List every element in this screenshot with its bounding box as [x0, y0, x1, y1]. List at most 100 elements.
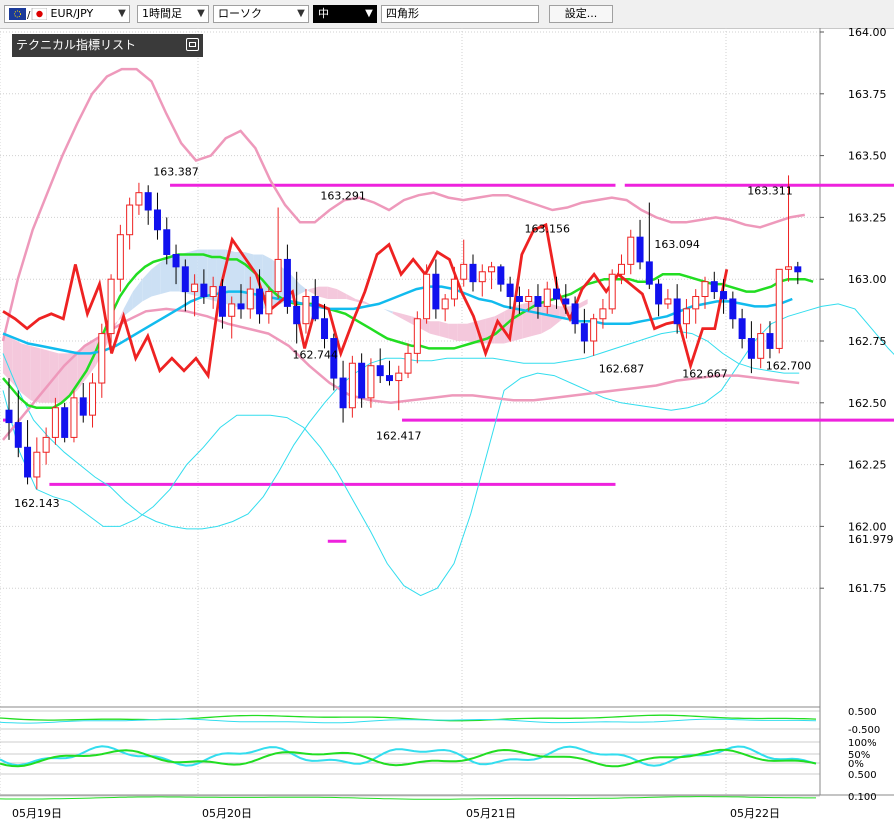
oscillator-panel: 0.500-0.500100%50%0%0.5000.100 — [0, 707, 880, 803]
cloud-segment — [392, 311, 403, 319]
indicator-list-panel[interactable]: テクニカル指標リスト — [12, 34, 203, 57]
candle-body — [432, 273, 440, 310]
price-annotation: 163.311 — [747, 184, 793, 197]
candle-body — [766, 333, 774, 349]
timeframe-select[interactable]: 1時間足 ▼ — [137, 5, 209, 23]
axis-tick-label: 164.00 — [848, 28, 887, 39]
candle-body — [395, 372, 403, 382]
candle-body — [608, 273, 616, 310]
chevron-down-icon[interactable]: ▼ — [362, 6, 376, 22]
candle-body — [89, 382, 97, 416]
time-axis: 05月19日 05月20日 05月21日 05月22日 — [12, 807, 780, 820]
candle-body — [747, 338, 755, 359]
axis-tick-label: 163.75 — [848, 88, 887, 101]
candle-body — [116, 234, 124, 280]
cloud-segment — [123, 291, 133, 317]
candle-body — [61, 407, 69, 438]
cloud-segment — [160, 256, 171, 295]
symbol-select[interactable]: / EUR/JPY ▼ — [4, 5, 130, 23]
cloud-segment — [420, 318, 430, 334]
cloud-segment — [383, 308, 393, 314]
cloud-segment — [12, 338, 22, 393]
cloud-segment — [58, 353, 68, 403]
candle-body — [562, 298, 570, 305]
chevron-down-icon[interactable]: ▼ — [194, 6, 208, 22]
candle-body — [785, 266, 793, 270]
candle-body — [191, 283, 199, 293]
candle-body — [265, 291, 273, 315]
candle-body — [209, 286, 217, 298]
candle-body — [710, 281, 718, 293]
candle-body — [673, 298, 681, 325]
axis-tick-label: 162.25 — [848, 459, 887, 472]
window-restore-icon[interactable] — [186, 38, 199, 51]
osc-axis-label: 0.100 — [848, 792, 877, 803]
axis-tick-label: 163.50 — [848, 150, 887, 163]
candle-body — [580, 323, 588, 342]
cloud-segment — [299, 284, 310, 295]
candle-body — [283, 258, 291, 307]
candle-body — [729, 298, 737, 320]
osc-axis-label: -0.500 — [848, 725, 880, 736]
candle-body — [293, 305, 301, 325]
candle-body — [135, 192, 143, 206]
chevron-down-icon[interactable]: ▼ — [115, 6, 129, 22]
candle-body — [794, 266, 802, 273]
candle-body — [460, 263, 468, 280]
cloud-segment — [3, 333, 13, 384]
candle-body — [757, 333, 765, 359]
candle-body — [79, 397, 87, 416]
candle-body — [33, 451, 41, 478]
candle-body — [376, 365, 384, 377]
candle-body — [144, 192, 152, 211]
candle-body — [228, 303, 236, 317]
drawing-shape-field[interactable]: 四角形 — [381, 5, 539, 23]
candle-body — [441, 298, 449, 310]
candle-body — [5, 409, 13, 424]
candle-body — [385, 375, 393, 382]
candle-body — [14, 422, 22, 448]
bollinger-upper-1-line — [1, 67, 806, 342]
cloud-segment — [439, 321, 449, 339]
indicator-list-title: テクニカル指標リスト — [16, 38, 137, 52]
candle-body — [534, 296, 542, 307]
axis-tick-label: 162.75 — [848, 335, 887, 348]
candle-body — [321, 318, 329, 340]
time-axis-label: 05月19日 — [12, 807, 62, 820]
svg-text:/: / — [27, 10, 31, 20]
candle-body — [311, 296, 319, 320]
cloud-segment — [448, 323, 458, 341]
price-annotation: 163.291 — [320, 189, 366, 202]
toolbar: / EUR/JPY ▼ 1時間足 ▼ ローソク ▼ 中 ▼ 四角形 設定... — [0, 0, 894, 29]
settings-button[interactable]: 設定... — [549, 5, 613, 23]
cloud-segment — [346, 294, 356, 302]
candle-body — [636, 236, 644, 263]
line-weight-select[interactable]: 中 ▼ — [313, 5, 377, 23]
chevron-down-icon[interactable]: ▼ — [294, 6, 308, 22]
candle-body — [692, 296, 700, 310]
candle-body — [469, 263, 477, 283]
symbol-label: EUR/JPY — [50, 7, 94, 20]
osc-axis-label: 0.500 — [848, 770, 877, 781]
price-annotation: 162.143 — [14, 497, 60, 510]
bollinger-mid-line — [2, 253, 814, 409]
candle-body — [24, 446, 32, 478]
cloud-segment — [374, 306, 384, 309]
candle-body — [617, 263, 625, 275]
axis-tick-label: 163.00 — [848, 273, 887, 286]
candle-body — [645, 261, 653, 285]
candle-body — [181, 266, 189, 293]
candle-body — [664, 298, 672, 305]
candle-body — [367, 365, 375, 399]
price-annotation: 163.094 — [654, 238, 700, 251]
cloud-segment — [578, 298, 588, 309]
candle-body — [107, 278, 115, 335]
cloud-segment — [402, 313, 412, 324]
price-annotation: 162.744 — [292, 348, 338, 361]
chart-type-select[interactable]: ローソク ▼ — [213, 5, 309, 23]
candle-body — [423, 273, 431, 320]
axis-tick-label: 162.00 — [848, 520, 887, 533]
cloud-segment — [327, 286, 338, 299]
candle-body — [246, 288, 254, 310]
candle-body — [51, 407, 59, 438]
